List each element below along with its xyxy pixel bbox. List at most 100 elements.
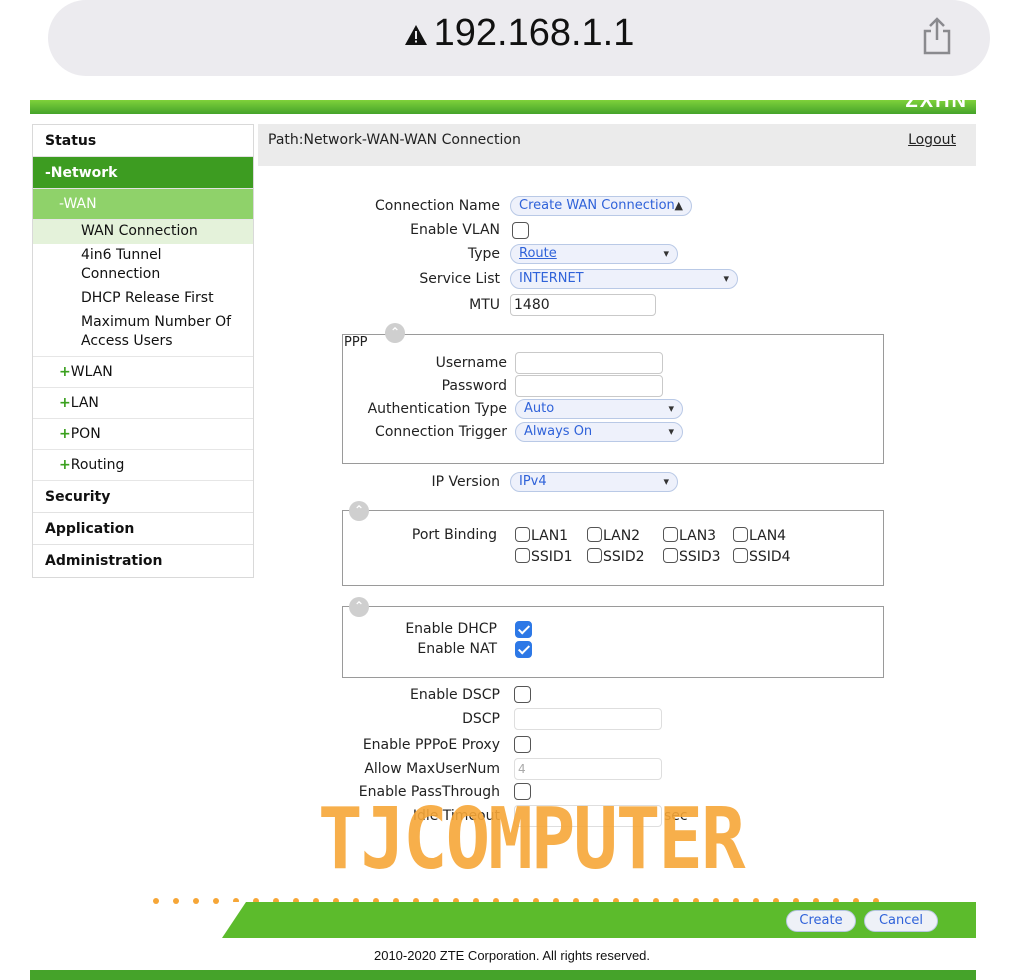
collapse-icon[interactable]: ⌃ <box>349 501 369 521</box>
checkbox-box <box>733 548 748 563</box>
port-ssid2-checkbox[interactable]: SSID2 <box>587 548 645 565</box>
action-bar: Create Cancel <box>222 902 976 938</box>
sidebar-item-wan[interactable]: -WAN <box>33 189 253 220</box>
dhcp-nat-group: ⌃ Enable DHCP Enable NAT <box>342 597 884 678</box>
logout-link[interactable]: Logout <box>908 132 956 148</box>
expand-plus-icon: + <box>59 426 71 442</box>
connection-trigger-label: Connection Trigger <box>375 424 507 440</box>
username-input[interactable] <box>515 352 663 374</box>
sidebar-item-routing[interactable]: +Routing <box>33 450 253 481</box>
sidebar-item-network[interactable]: -Network <box>33 157 253 189</box>
checkbox-label: LAN2 <box>603 528 641 544</box>
main-panel: Path:Network-WAN-WAN Connection Logout C… <box>258 124 976 894</box>
cancel-button[interactable]: Cancel <box>864 910 938 932</box>
warning-triangle-icon <box>404 13 428 56</box>
browser-address-bar[interactable]: 192.168.1.1 <box>48 0 990 76</box>
password-input[interactable] <box>515 375 663 397</box>
allow-maxusernum-label: Allow MaxUserNum <box>364 761 500 777</box>
ppp-group: PPP ⌃ Username Password Authentication T… <box>342 323 884 464</box>
port-lan4-checkbox[interactable]: LAN4 <box>733 527 786 544</box>
chevron-updown-icon: ▾ <box>668 402 674 415</box>
enable-vlan-checkbox[interactable] <box>512 222 529 239</box>
sidebar-item-wlan[interactable]: +WLAN <box>33 357 253 388</box>
sidebar-item-security[interactable]: Security <box>33 481 253 513</box>
select-value: Create WAN Connection <box>519 198 675 213</box>
dscp-label: DSCP <box>462 711 500 727</box>
select-value: IPv4 <box>519 474 547 489</box>
enable-dscp-checkbox[interactable] <box>514 686 531 703</box>
port-binding-label: Port Binding <box>411 527 497 543</box>
sidebar-item-lan[interactable]: +LAN <box>33 388 253 419</box>
service-list-label: Service List <box>419 271 500 287</box>
type-select[interactable]: Route ▾ <box>510 244 678 264</box>
brand-logo: ZXHN <box>905 90 968 112</box>
create-button[interactable]: Create <box>786 910 856 932</box>
chevron-updown-icon: ▲︎ <box>674 199 683 212</box>
connection-trigger-select[interactable]: Always On ▾ <box>515 422 683 442</box>
enable-dscp-label: Enable DSCP <box>409 687 500 703</box>
enable-pppoe-proxy-checkbox[interactable] <box>514 736 531 753</box>
sidebar-item-administration[interactable]: Administration <box>33 545 253 577</box>
sidebar-item-max-access-users[interactable]: Maximum Number Of Access Users <box>33 311 253 354</box>
share-icon[interactable] <box>920 16 954 60</box>
auth-type-select[interactable]: Auto ▾ <box>515 399 683 419</box>
checkbox-label: LAN4 <box>749 528 787 544</box>
url-text[interactable]: 192.168.1.1 <box>434 12 635 54</box>
select-value: Always On <box>524 424 593 439</box>
expand-plus-icon: + <box>59 395 71 411</box>
sidebar-item-wan-connection[interactable]: WAN Connection <box>33 220 253 244</box>
footer-strip <box>30 970 976 980</box>
sidebar-item-status[interactable]: Status <box>33 125 253 157</box>
checkbox-label: SSID2 <box>603 549 645 565</box>
checkbox-label: SSID3 <box>679 549 721 565</box>
breadcrumb-bar: Path:Network-WAN-WAN Connection Logout <box>258 124 976 166</box>
chevron-updown-icon: ▾ <box>723 272 729 285</box>
chevron-updown-icon: ▾ <box>663 247 669 260</box>
allow-maxusernum-input[interactable]: 4 <box>514 758 662 780</box>
header-strip: ZXHN <box>30 90 976 114</box>
enable-pppoe-proxy-label: Enable PPPoE Proxy <box>362 737 500 753</box>
sidebar-item-application[interactable]: Application <box>33 513 253 545</box>
wan-submenu: WAN Connection 4in6 Tunnel Connection DH… <box>33 220 253 357</box>
port-ssid3-checkbox[interactable]: SSID3 <box>663 548 721 565</box>
enable-vlan-label: Enable VLAN <box>410 222 500 238</box>
port-lan3-checkbox[interactable]: LAN3 <box>663 527 716 544</box>
expand-plus-icon: + <box>59 457 71 473</box>
ip-version-label: IP Version <box>431 474 500 490</box>
port-lan2-checkbox[interactable]: LAN2 <box>587 527 640 544</box>
port-ssid4-checkbox[interactable]: SSID4 <box>733 548 791 565</box>
mtu-input[interactable]: 1480 <box>510 294 656 316</box>
port-binding-group: ⌃ Port Binding LAN1 LAN2 LAN3 LAN4 SSID1… <box>342 501 884 586</box>
port-lan1-checkbox[interactable]: LAN1 <box>515 527 568 544</box>
sidebar-item-label: Routing <box>70 457 125 473</box>
ip-version-select[interactable]: IPv4 ▾ <box>510 472 678 492</box>
chevron-updown-icon: ▾ <box>663 475 669 488</box>
checkbox-box <box>663 548 678 563</box>
ppp-legend: PPP <box>344 335 368 350</box>
checkbox-box <box>587 527 602 542</box>
sidebar-item-pon[interactable]: +PON <box>33 419 253 450</box>
sidebar-item-label: LAN <box>70 395 99 411</box>
collapse-icon[interactable]: ⌃ <box>385 323 405 343</box>
sidebar-item-4in6-tunnel[interactable]: 4in6 Tunnel Connection <box>33 244 253 287</box>
connection-name-select[interactable]: Create WAN Connection ▲︎ <box>510 196 692 216</box>
dscp-input[interactable] <box>514 708 662 730</box>
sidebar-item-dhcp-release-first[interactable]: DHCP Release First <box>33 287 253 311</box>
auth-type-label: Authentication Type <box>367 401 507 417</box>
select-value: Auto <box>524 401 555 416</box>
select-value: Route <box>519 246 557 261</box>
password-label: Password <box>441 378 507 394</box>
enable-nat-label: Enable NAT <box>417 641 497 657</box>
service-list-select[interactable]: INTERNET ▾ <box>510 269 738 289</box>
checkbox-box <box>515 527 530 542</box>
sidebar-item-label: PON <box>70 426 101 442</box>
select-value: INTERNET <box>519 271 584 286</box>
checkbox-box <box>587 548 602 563</box>
enable-dhcp-checkbox[interactable] <box>515 621 532 638</box>
mtu-label: MTU <box>469 297 500 313</box>
checkbox-label: LAN3 <box>679 528 717 544</box>
collapse-icon[interactable]: ⌃ <box>349 597 369 617</box>
port-ssid1-checkbox[interactable]: SSID1 <box>515 548 573 565</box>
copyright-footer: 2010-2020 ZTE Corporation. All rights re… <box>373 948 651 963</box>
enable-nat-checkbox[interactable] <box>515 641 532 658</box>
